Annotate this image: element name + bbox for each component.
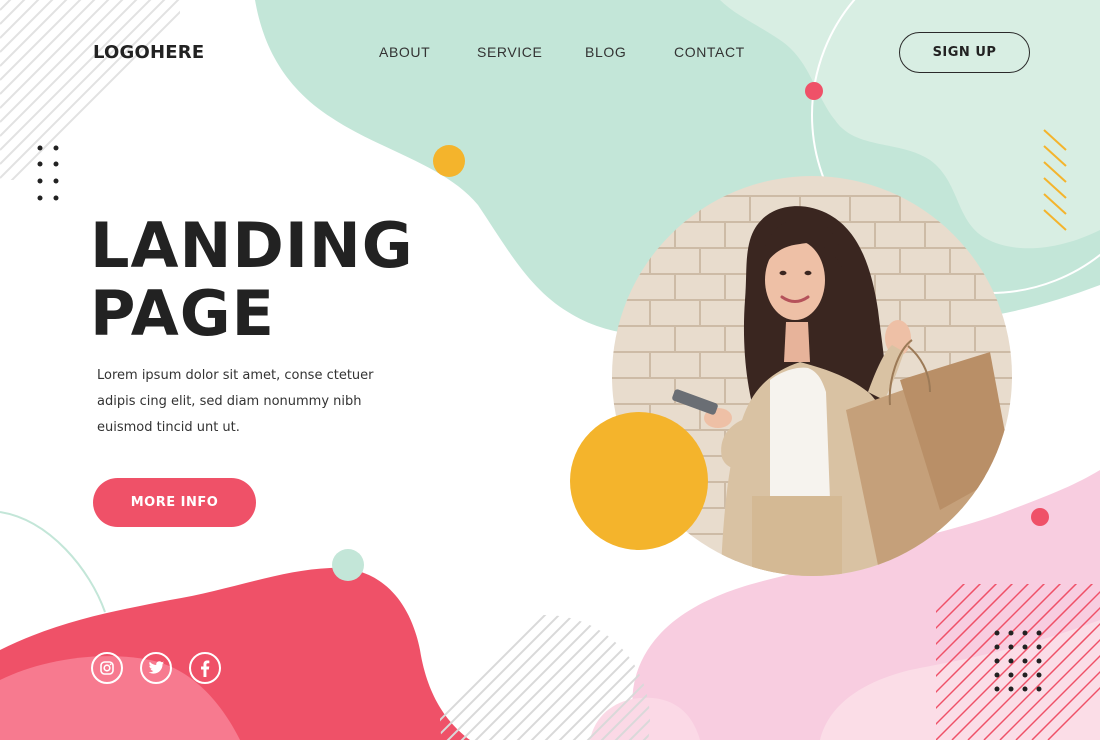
instagram-glyph <box>100 661 114 675</box>
white-top <box>770 367 830 500</box>
hero-title-line2: PAGE <box>90 277 275 350</box>
sign-up-button[interactable]: SIGN UP <box>899 32 1030 73</box>
twitter-glyph <box>148 661 164 674</box>
hero-title: LANDING PAGE <box>90 212 414 348</box>
facebook-icon[interactable] <box>189 652 221 684</box>
yellow-circle <box>570 412 708 550</box>
description-line: adipis cing elit, sed diam nonummy nibh <box>97 394 362 409</box>
red-dot-right <box>1031 508 1049 526</box>
more-info-button[interactable]: MORE INFO <box>93 478 256 527</box>
red-dot-top <box>805 82 823 100</box>
nav-service[interactable]: SERVICE <box>477 44 542 60</box>
nav-about[interactable]: ABOUT <box>379 44 430 60</box>
hero-description: Lorem ipsum dolor sit amet, conse ctetue… <box>97 363 397 441</box>
landing-page: LOGOHERE ABOUT SERVICE BLOG CONTACT SIGN… <box>0 0 1100 740</box>
nav-contact[interactable]: CONTACT <box>674 44 745 60</box>
instagram-icon[interactable] <box>91 652 123 684</box>
nav-blog[interactable]: BLOG <box>585 44 626 60</box>
logo[interactable]: LOGOHERE <box>93 42 204 63</box>
facebook-glyph <box>201 659 210 677</box>
twitter-icon[interactable] <box>140 652 172 684</box>
mint-arc <box>0 511 106 613</box>
description-line: Lorem ipsum dolor sit amet, conse ctetue… <box>97 368 374 383</box>
neck <box>784 322 810 362</box>
mint-dot <box>332 549 364 581</box>
hero-title-line1: LANDING <box>90 209 414 282</box>
dot-grid-topleft <box>37 145 59 201</box>
description-line: euismod tincid unt ut. <box>97 420 240 435</box>
yellow-dot <box>433 145 465 177</box>
